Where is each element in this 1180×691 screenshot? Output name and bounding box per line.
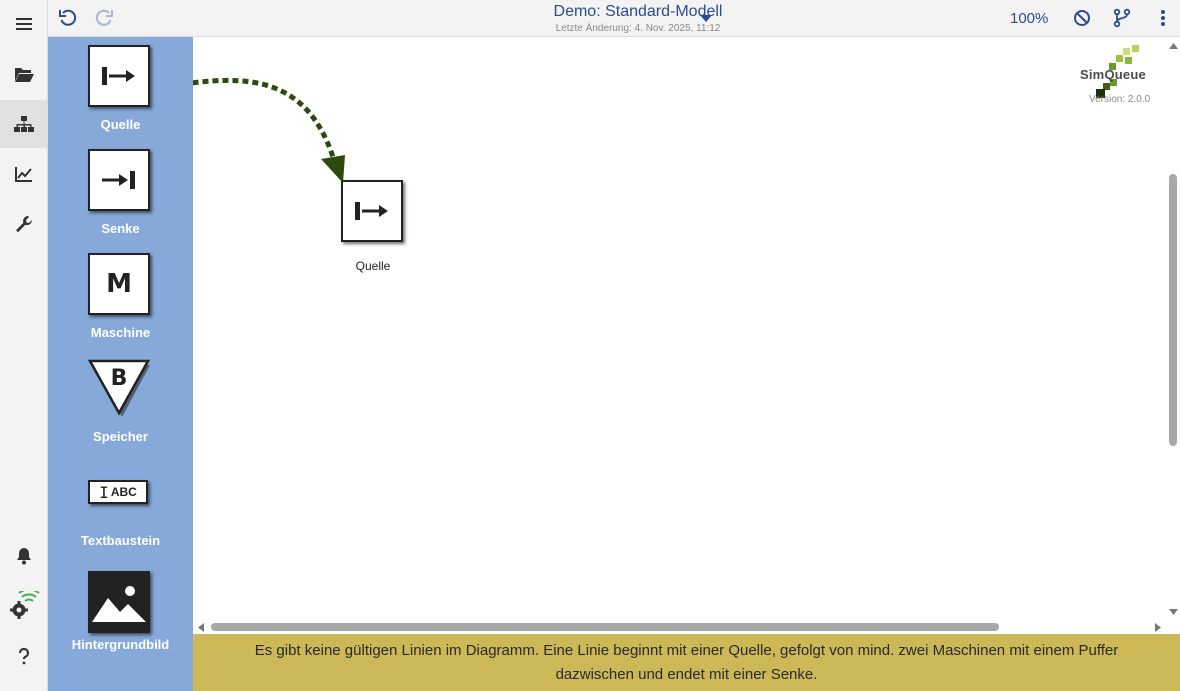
palette-item-speicher[interactable]: B Speicher xyxy=(48,349,193,453)
palette-item-hintergrundbild[interactable]: Hintergrundbild xyxy=(48,557,193,661)
redo-icon xyxy=(95,9,113,26)
palette-label: Textbaustein xyxy=(80,533,161,548)
top-toolbar: Demo: Standard-Modell Letzte Änderung: 4… xyxy=(48,0,1180,37)
status-message: Es gibt keine gültigen Linien im Diagram… xyxy=(254,641,1119,683)
question-icon xyxy=(18,647,29,665)
svg-text:B: B xyxy=(111,366,128,391)
model-title[interactable]: Demo: Standard-Modell xyxy=(488,2,788,22)
open-file-button[interactable] xyxy=(0,50,47,98)
menu-icon xyxy=(15,18,32,30)
sitemap-icon xyxy=(13,116,34,132)
branch-button[interactable] xyxy=(1108,5,1136,31)
branch-icon xyxy=(1113,8,1131,28)
statistics-button[interactable] xyxy=(0,150,47,198)
source-icon xyxy=(88,45,150,107)
scroll-down-icon[interactable] xyxy=(1167,607,1180,617)
palette-label: Maschine xyxy=(90,325,151,340)
connection-settings-button[interactable] xyxy=(0,582,47,630)
palette-label: Hintergrundbild xyxy=(71,637,170,652)
sink-icon xyxy=(88,149,150,211)
version-text: Version: 2.0.0 xyxy=(1089,94,1151,105)
model-title-block[interactable]: Demo: Standard-Modell Letzte Änderung: 4… xyxy=(488,2,788,36)
more-options-button[interactable] xyxy=(1149,5,1177,31)
horizontal-scroll-thumb[interactable] xyxy=(211,623,999,631)
machine-icon: M xyxy=(88,253,150,315)
scroll-up-icon[interactable] xyxy=(1167,41,1180,51)
logo-text: SimQueue xyxy=(1080,67,1146,82)
undo-button[interactable] xyxy=(54,5,82,31)
chart-line-icon xyxy=(14,167,32,182)
palette-item-maschine[interactable]: M Maschine xyxy=(48,245,193,349)
gear-wifi-icon xyxy=(9,591,40,619)
menu-button[interactable] xyxy=(0,0,47,48)
scroll-right-icon[interactable] xyxy=(1153,621,1163,634)
zoom-level[interactable]: 100% xyxy=(1010,10,1048,27)
drag-connection-line xyxy=(193,77,345,183)
palette-item-senke[interactable]: Senke xyxy=(48,141,193,245)
model-button[interactable] xyxy=(0,100,47,148)
palette-item-quelle[interactable]: Quelle xyxy=(48,37,193,141)
canvas-node-label: Quelle xyxy=(355,259,391,273)
folder-open-icon xyxy=(14,68,34,82)
wrench-icon xyxy=(15,216,32,233)
last-change-text: Letzte Änderung: 4. Nov. 2025, 11:12 xyxy=(555,23,721,34)
redo-button[interactable] xyxy=(90,5,118,31)
notifications-button[interactable] xyxy=(0,532,47,580)
validation-status-bar: Es gibt keine gültigen Linien im Diagram… xyxy=(193,634,1180,691)
help-button[interactable] xyxy=(0,632,47,680)
block-button[interactable] xyxy=(1068,5,1096,31)
undo-icon xyxy=(59,9,77,26)
block-icon xyxy=(1074,10,1090,26)
text-icon: I ABC xyxy=(88,480,148,504)
model-canvas[interactable]: Quelle SimQueue Version: 2.0.0 xyxy=(193,37,1167,621)
source-icon xyxy=(355,202,388,220)
canvas-node-quelle[interactable] xyxy=(341,180,403,242)
element-palette: Quelle Senke M Maschine B Speicher I ABC… xyxy=(48,37,193,691)
horizontal-scrollbar[interactable] xyxy=(193,621,1167,634)
chevron-down-icon xyxy=(700,15,712,22)
palette-item-textbaustein[interactable]: I ABC Textbaustein xyxy=(48,453,193,557)
vertical-scrollbar[interactable] xyxy=(1167,37,1180,621)
image-icon xyxy=(88,571,150,633)
bell-icon xyxy=(16,548,31,565)
buffer-icon: B xyxy=(88,359,150,417)
palette-label: Quelle xyxy=(100,117,141,132)
palette-label: Speicher xyxy=(93,429,148,444)
model-menu-button[interactable] xyxy=(692,5,720,31)
vertical-scroll-thumb[interactable] xyxy=(1169,174,1177,446)
settings-tools-button[interactable] xyxy=(0,200,47,248)
icon-rail xyxy=(0,0,48,691)
more-vertical-icon xyxy=(1161,10,1165,26)
palette-label: Senke xyxy=(101,221,140,236)
scroll-left-icon[interactable] xyxy=(196,621,206,634)
